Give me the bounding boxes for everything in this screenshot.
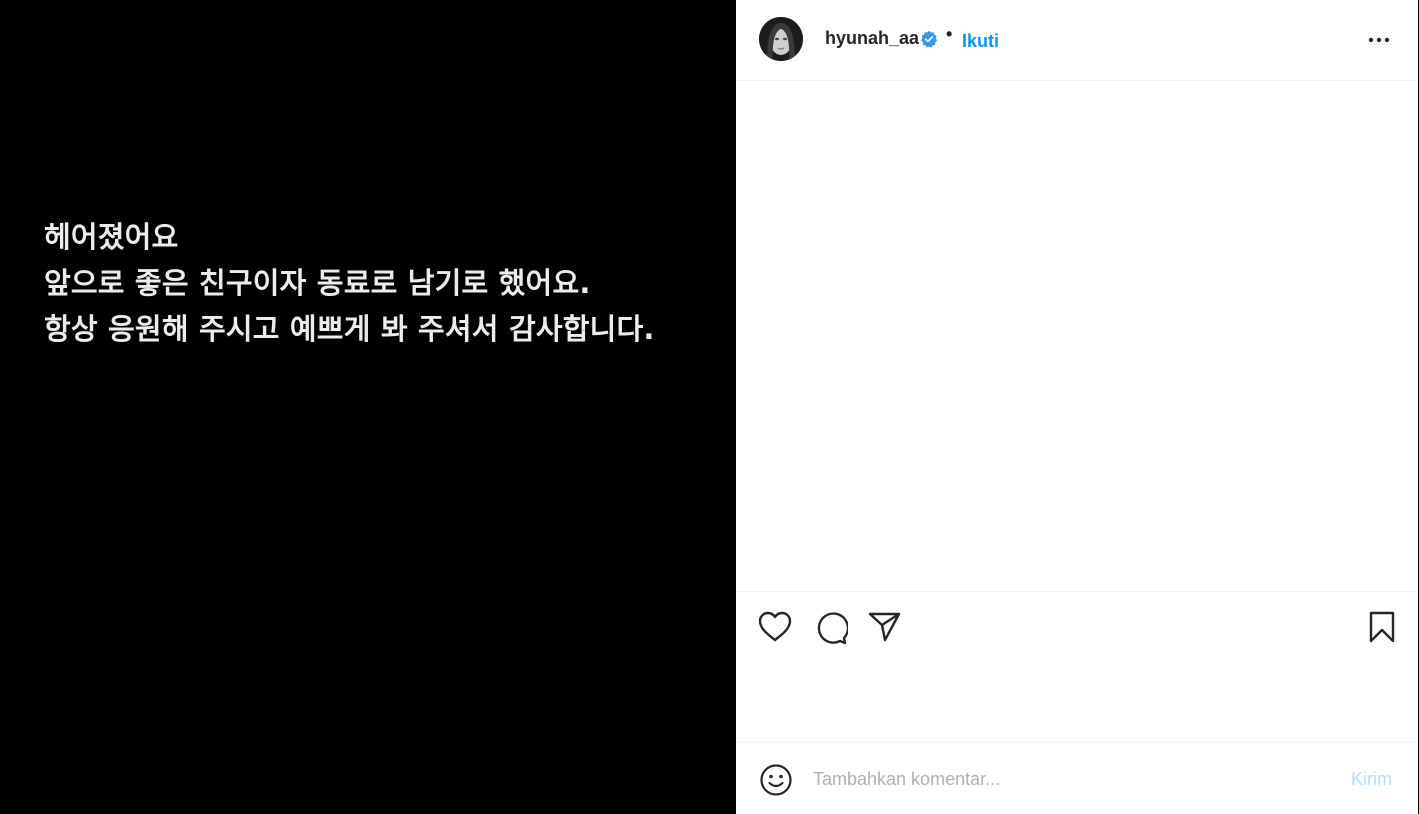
comment-input[interactable] <box>813 765 1333 793</box>
post-text-line: 항상 응원해 주시고 예쁘게 봐 주셔서 감사합니다. <box>44 312 655 346</box>
comment-icon[interactable] <box>814 611 850 649</box>
comment-bar: Kirim <box>736 742 1418 814</box>
avatar[interactable] <box>759 17 803 61</box>
send-icon[interactable] <box>868 611 902 647</box>
heart-icon[interactable] <box>758 611 792 647</box>
username-link[interactable]: hyunah_aa <box>825 28 919 49</box>
post-header: hyunah_aa • Ikuti <box>736 0 1418 81</box>
post-media-text: 헤어졌어요 앞으로 좋은 친구이자 동료로 남기로 했어요. 항상 응원해 주시… <box>44 214 655 352</box>
emoji-icon[interactable] <box>759 763 793 801</box>
post-text-line: 헤어졌어요 <box>44 220 179 254</box>
verified-badge-icon <box>920 30 938 48</box>
post-actions-bar <box>736 591 1418 661</box>
more-options-icon[interactable] <box>1366 30 1392 50</box>
follow-button[interactable]: Ikuti <box>962 31 999 52</box>
send-comment-button[interactable]: Kirim <box>1351 769 1392 790</box>
separator-dot: • <box>946 24 953 44</box>
post-media[interactable]: 헤어졌어요 앞으로 좋은 친구이자 동료로 남기로 했어요. 항상 응원해 주시… <box>0 0 736 814</box>
post-side-panel: hyunah_aa • Ikuti Tambahkan komentar... … <box>736 0 1419 814</box>
bookmark-icon[interactable] <box>1367 611 1397 647</box>
post-text-line: 앞으로 좋은 친구이자 동료로 남기로 했어요. <box>44 266 591 300</box>
